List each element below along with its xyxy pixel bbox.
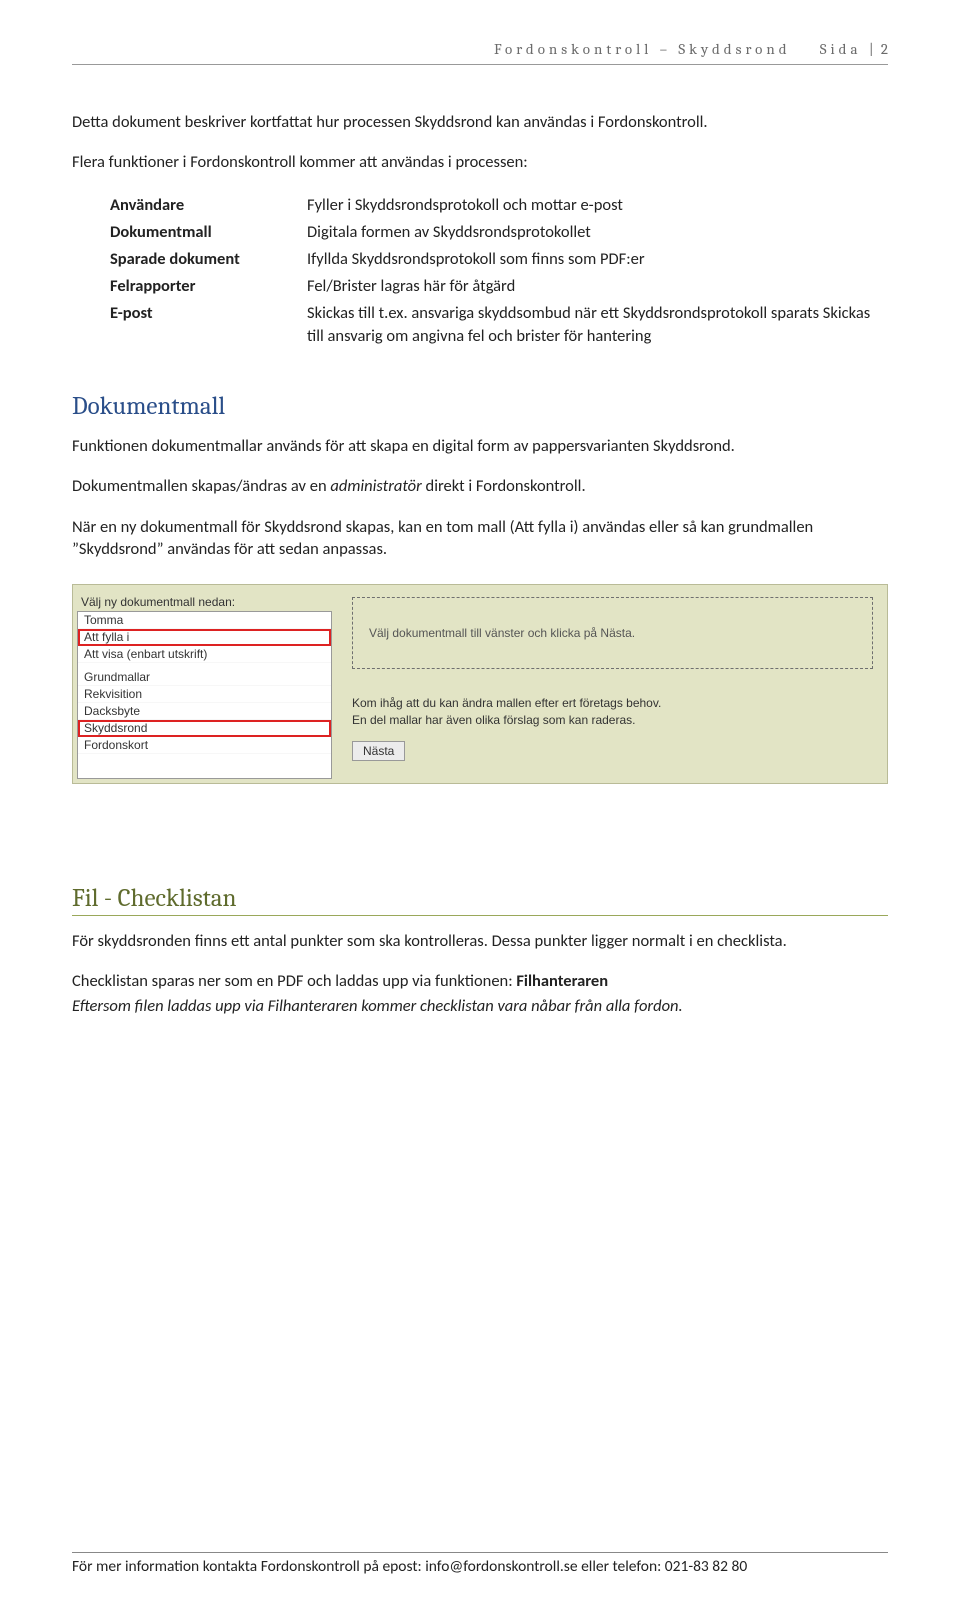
list-item[interactable]: Rekvisition bbox=[78, 686, 331, 703]
checklistan-p2bold: Filhanteraren bbox=[516, 971, 608, 991]
list-item[interactable]: Fordonskort bbox=[78, 737, 331, 754]
page-footer: För mer information kontakta Fordonskont… bbox=[72, 1552, 888, 1576]
def-row: Sparade dokumentIfyllda Skyddsrondsproto… bbox=[110, 248, 886, 273]
def-val: Ifyllda Skyddsrondsprotokoll som finns s… bbox=[307, 248, 886, 273]
def-key: Sparade dokument bbox=[110, 248, 305, 273]
dokumentmall-p2italic: administratör bbox=[330, 476, 421, 496]
note-line: En del mallar har även olika förslag som… bbox=[352, 712, 873, 729]
def-key: E-post bbox=[110, 302, 305, 350]
list-item[interactable]: Dacksbyte bbox=[78, 703, 331, 720]
def-key: Felrapporter bbox=[110, 275, 305, 300]
def-val: Skickas till t.ex. ansvariga skyddsombud… bbox=[307, 302, 886, 350]
template-listbox[interactable]: Tomma Att fylla i Att visa (enbart utskr… bbox=[77, 611, 332, 779]
intro-paragraph-2: Flera funktioner i Fordonskontroll komme… bbox=[72, 151, 888, 173]
template-picker-panel: Välj ny dokumentmall nedan: Tomma Att fy… bbox=[72, 584, 888, 784]
header-page-label: Sida bbox=[820, 40, 862, 58]
dokumentmall-p3: När en ny dokumentmall för Skyddsrond sk… bbox=[72, 516, 888, 561]
def-val: Fyller i Skyddsrondsprotokoll och mottar… bbox=[307, 194, 886, 219]
list-group-header: Tomma bbox=[78, 612, 331, 629]
note-line: Kom ihåg att du kan ändra mallen efter e… bbox=[352, 695, 873, 712]
page-header: Fordonskontroll – Skyddsrond Sida | 2 bbox=[72, 40, 888, 65]
def-row: E-postSkickas till t.ex. ansvariga skydd… bbox=[110, 302, 886, 350]
def-key: Dokumentmall bbox=[110, 221, 305, 246]
template-picker-right: Välj dokumentmall till vänster och klick… bbox=[332, 589, 883, 771]
checklistan-p1: För skyddsronden finns ett antal punkter… bbox=[72, 930, 888, 952]
def-row: DokumentmallDigitala formen av Skyddsron… bbox=[110, 221, 886, 246]
list-item[interactable]: Att fylla i bbox=[78, 629, 331, 646]
template-picker-hint: Välj dokumentmall till vänster och klick… bbox=[352, 597, 873, 669]
template-picker-hint-text: Välj dokumentmall till vänster och klick… bbox=[369, 626, 635, 640]
list-item[interactable]: Skyddsrond bbox=[78, 720, 331, 737]
dokumentmall-p2b: direkt i Fordonskontroll. bbox=[422, 476, 586, 496]
definitions-table: AnvändareFyller i Skyddsrondsprotokoll o… bbox=[108, 192, 888, 353]
list-group-header: Grundmallar bbox=[78, 669, 331, 686]
def-key: Användare bbox=[110, 194, 305, 219]
template-picker-note: Kom ihåg att du kan ändra mallen efter e… bbox=[352, 695, 873, 729]
next-button[interactable]: Nästa bbox=[352, 741, 405, 761]
def-row: AnvändareFyller i Skyddsrondsprotokoll o… bbox=[110, 194, 886, 219]
header-sep: | bbox=[869, 40, 881, 58]
section-title-dokumentmall: Dokumentmall bbox=[72, 392, 888, 421]
def-val: Fel/Brister lagras här för åtgärd bbox=[307, 275, 886, 300]
dokumentmall-p2: Dokumentmallen skapas/ändras av en admin… bbox=[72, 475, 888, 497]
template-picker-prompt: Välj ny dokumentmall nedan: bbox=[77, 589, 332, 611]
header-page-number: 2 bbox=[881, 40, 888, 58]
section-title-checklistan: Fil - Checklistan bbox=[72, 884, 888, 916]
intro-paragraph-1: Detta dokument beskriver kortfattat hur … bbox=[72, 111, 888, 133]
def-row: FelrapporterFel/Brister lagras här för å… bbox=[110, 275, 886, 300]
template-picker-left: Välj ny dokumentmall nedan: Tomma Att fy… bbox=[77, 589, 332, 779]
checklistan-p2a: Checklistan sparas ner som en PDF och la… bbox=[72, 971, 516, 991]
header-doc-title: Fordonskontroll – Skyddsrond bbox=[494, 40, 791, 58]
def-val: Digitala formen av Skyddsrondsprotokolle… bbox=[307, 221, 886, 246]
checklistan-p3: Eftersom filen laddas upp via Filhantera… bbox=[72, 995, 888, 1017]
checklistan-p2: Checklistan sparas ner som en PDF och la… bbox=[72, 970, 888, 992]
list-item[interactable]: Att visa (enbart utskrift) bbox=[78, 646, 331, 663]
footer-text: För mer information kontakta Fordonskont… bbox=[72, 1557, 747, 1576]
dokumentmall-p1: Funktionen dokumentmallar används för at… bbox=[72, 435, 888, 457]
dokumentmall-p2a: Dokumentmallen skapas/ändras av en bbox=[72, 476, 330, 496]
page: Fordonskontroll – Skyddsrond Sida | 2 De… bbox=[0, 0, 960, 1616]
